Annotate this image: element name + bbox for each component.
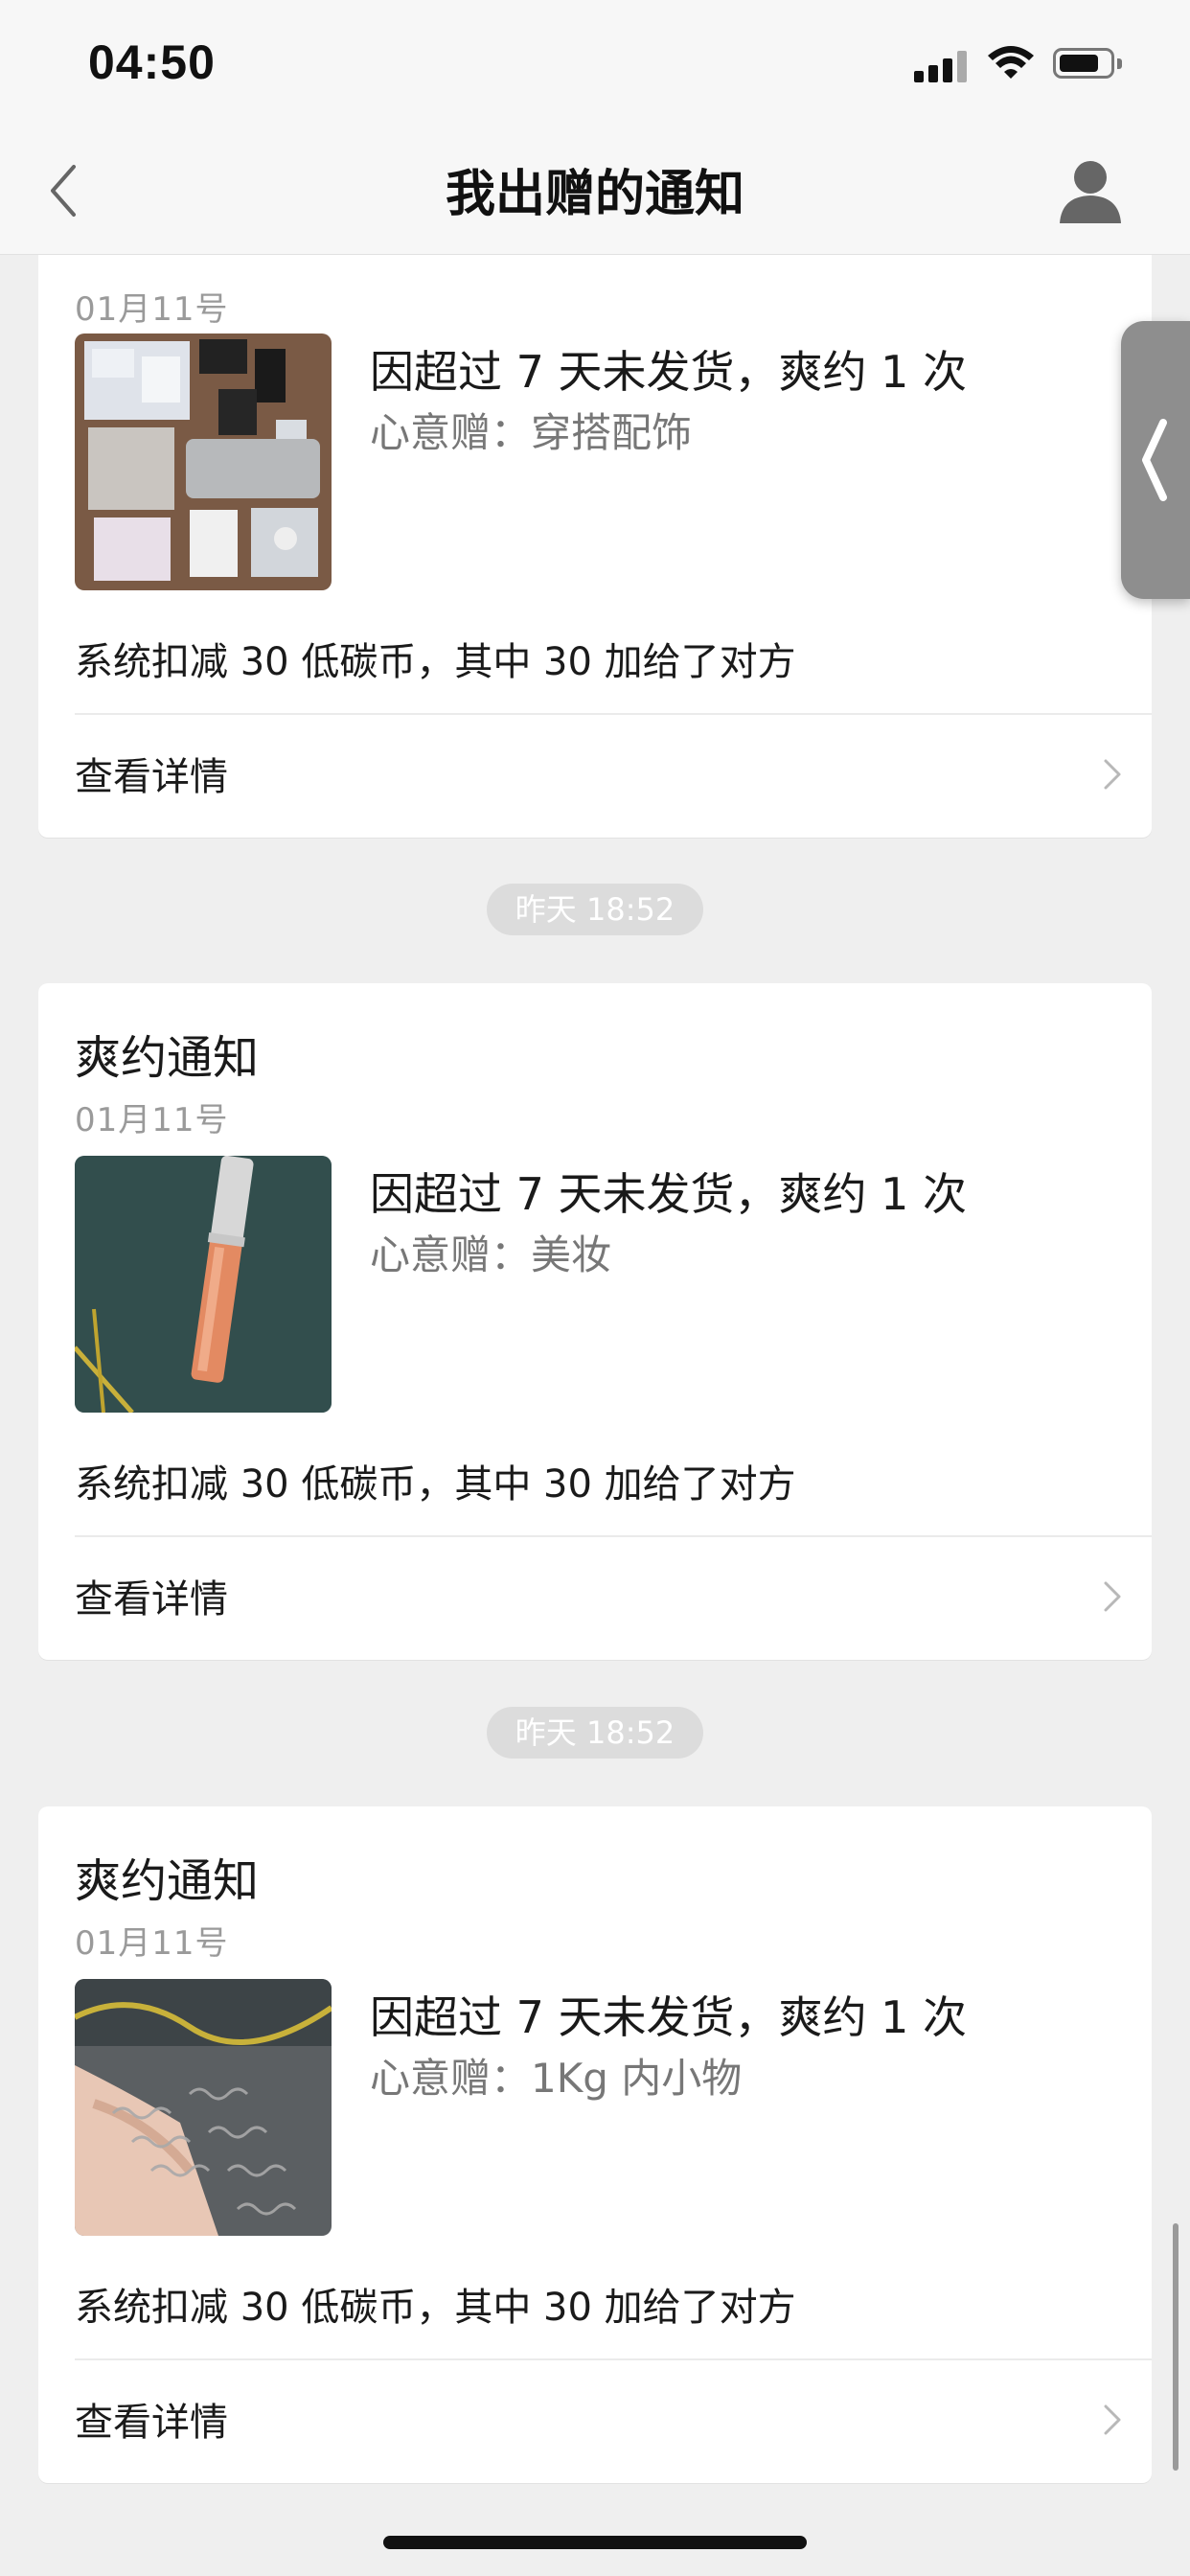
- card-date: 01月11号: [75, 1924, 229, 1963]
- chevron-left-icon: [1142, 419, 1167, 501]
- notice-card: 爽约通知 01月11号 因超过 7 天未发货，爽约 1 次 心意赠：1Kg 内小…: [38, 1806, 1152, 2483]
- view-details-row[interactable]: 查看详情: [38, 1537, 1152, 1652]
- card-date: 01月11号: [75, 1101, 229, 1139]
- status-time: 04:50: [88, 35, 216, 89]
- category-text: 心意赠：美妆: [370, 1231, 612, 1278]
- category-text: 心意赠：1Kg 内小物: [370, 2055, 743, 2102]
- chevron-right-icon: [1104, 2404, 1121, 2435]
- battery-icon: [1053, 48, 1122, 79]
- card-date: 01月11号: [75, 290, 229, 329]
- chevron-right-icon: [1104, 1581, 1121, 1612]
- top-bar: 04:50 我出赠的通知: [0, 0, 1190, 255]
- view-details-row[interactable]: 查看详情: [38, 2360, 1152, 2475]
- card-title: 爽约通知: [75, 1031, 260, 1085]
- home-indicator[interactable]: [383, 2536, 807, 2549]
- user-avatar-icon[interactable]: [1058, 156, 1123, 225]
- card-title: 爽约通知: [75, 1854, 260, 1908]
- notice-text: 因超过 7 天未发货，爽约 1 次: [370, 1991, 968, 2043]
- page-title: 我出赠的通知: [445, 166, 744, 223]
- view-details-label: 查看详情: [75, 2401, 228, 2445]
- time-separator: 昨天 18:52: [487, 884, 703, 935]
- product-thumbnail[interactable]: [75, 1979, 332, 2236]
- wifi-icon: [988, 46, 1034, 79]
- deduction-text: 系统扣减 30 低碳币，其中 30 加给了对方: [75, 2286, 796, 2330]
- product-thumbnail[interactable]: [75, 334, 332, 590]
- side-drawer-handle[interactable]: [1121, 321, 1190, 599]
- notice-card: 爽约通知 01月11号 因超过 7 天未发货，爽约 1 次 心意赠：美妆 系统扣…: [38, 983, 1152, 1660]
- notice-text: 因超过 7 天未发货，爽约 1 次: [370, 346, 968, 398]
- view-details-label: 查看详情: [75, 755, 228, 799]
- time-separator: 昨天 18:52: [487, 1707, 703, 1759]
- notice-text: 因超过 7 天未发货，爽约 1 次: [370, 1168, 968, 1220]
- notice-card: 01月11号 因超过 7 天未发货，爽约 1 次 心意赠：穿搭配饰 系统扣减 3…: [38, 172, 1152, 838]
- scrollbar[interactable]: [1173, 2223, 1179, 2471]
- product-thumbnail[interactable]: [75, 1156, 332, 1413]
- category-text: 心意赠：穿搭配饰: [370, 409, 693, 456]
- deduction-text: 系统扣减 30 低碳币，其中 30 加给了对方: [75, 1462, 796, 1506]
- deduction-text: 系统扣减 30 低碳币，其中 30 加给了对方: [75, 640, 796, 684]
- view-details-label: 查看详情: [75, 1577, 228, 1622]
- view-details-row[interactable]: 查看详情: [38, 715, 1152, 830]
- chevron-right-icon: [1104, 759, 1121, 790]
- cellular-signal-icon: [914, 50, 970, 82]
